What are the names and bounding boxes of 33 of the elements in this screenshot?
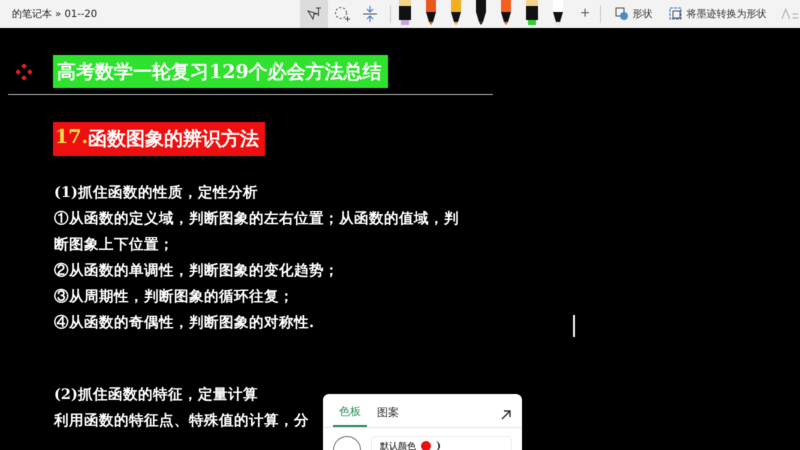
slide-heading: 高考数学一轮复习129个必会方法总结 xyxy=(53,55,388,88)
lasso-select-icon xyxy=(333,5,352,23)
body-text-line: ①从函数的定义域，判断图象的左右位置；从函数的值域，判 xyxy=(54,209,459,229)
convert-shape-icon xyxy=(668,7,683,21)
section-title: 函数图象的辨识方法 xyxy=(88,127,260,152)
pen-button[interactable] xyxy=(449,0,464,26)
breadcrumb[interactable]: 的笔记本 » 01--20 xyxy=(12,7,300,21)
pen-button[interactable] xyxy=(551,0,566,26)
pen-button[interactable] xyxy=(474,0,488,26)
body-text-line: (1)抓住函数的性质，定性分析 xyxy=(54,183,258,203)
pen-button[interactable] xyxy=(499,0,514,26)
highlighter-button[interactable] xyxy=(524,0,540,26)
body-text-line: ④从函数的奇偶性，判断图象的对称性. xyxy=(54,313,314,333)
shapes-icon xyxy=(614,7,629,21)
section-number: 17. xyxy=(55,126,88,150)
body-text-line: (2)抓住函数的特征，定量计算 xyxy=(54,385,258,405)
cursor-text-icon xyxy=(305,5,324,23)
body-text-line: 断图象上下位置； xyxy=(54,235,174,255)
body-text-line: ③从周期性，判断图象的循环往复； xyxy=(54,287,294,307)
ink-to-text-button[interactable] xyxy=(300,0,328,28)
text-cursor-icon xyxy=(573,315,575,337)
ink-to-shape-button[interactable]: 将墨迹转换为形状 xyxy=(660,7,775,21)
panel-tab[interactable]: 图案 xyxy=(371,403,405,426)
diamond-bullet-icon xyxy=(16,64,32,80)
body-text-line: ②从函数的单调性，判断图象的变化趋势； xyxy=(54,261,339,281)
add-pen-button[interactable]: + xyxy=(576,5,594,23)
panel-tab[interactable]: 色板 xyxy=(333,402,367,427)
pen-button[interactable] xyxy=(424,0,438,26)
expand-icon[interactable] xyxy=(500,408,512,420)
highlighter-button[interactable] xyxy=(397,0,414,26)
insert-space-icon xyxy=(361,5,380,23)
body-text-line: 利用函数的特征点、特殊值的计算，分 xyxy=(54,411,309,431)
shapes-button[interactable]: 形状 xyxy=(606,7,661,21)
